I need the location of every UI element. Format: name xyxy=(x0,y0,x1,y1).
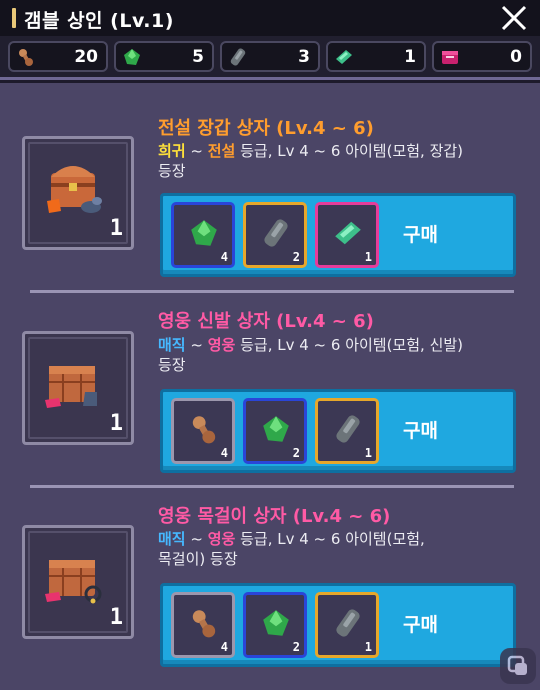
page-title: 갬블 상인 (Lv.1) xyxy=(24,10,174,32)
currency-gray-stone: 3 xyxy=(220,41,320,72)
currency-value: 3 xyxy=(298,47,310,67)
item-count: 1 xyxy=(109,411,123,436)
title-bar: 갬블 상인 (Lv.1) xyxy=(0,0,540,36)
gray-stone-icon xyxy=(260,217,292,249)
desc-rest: 등급, Lv 4 ~ 6 아이템(모험, xyxy=(235,530,425,548)
grade-sep: ~ xyxy=(185,142,208,160)
currency-green-gem: 5 xyxy=(114,41,214,72)
cost-amount: 2 xyxy=(292,640,300,654)
grade-from: 희귀 xyxy=(158,142,186,160)
cost-amount: 2 xyxy=(292,446,300,460)
chest-necklace-icon xyxy=(45,560,102,604)
cost-slot: 4 xyxy=(171,398,235,464)
buy-label: 구매 xyxy=(403,420,438,442)
close-icon xyxy=(501,5,527,31)
bone-token-icon xyxy=(188,607,220,639)
grade-from: 매직 xyxy=(158,336,186,354)
cost-slot: 4 xyxy=(171,202,235,268)
buy-button[interactable]: 4 2 1 구매 xyxy=(160,583,516,667)
teal-ticket-icon xyxy=(334,47,354,67)
chest-gloves-icon xyxy=(47,166,102,213)
currency-value: 5 xyxy=(192,47,204,67)
grade-to: 영웅 xyxy=(207,530,236,548)
currency-value: 0 xyxy=(510,47,522,67)
grade-to: 영웅 xyxy=(207,336,236,354)
item-count: 1 xyxy=(109,605,123,630)
currency-value: 20 xyxy=(74,47,98,67)
desc-line2: 목걸이) 등장 xyxy=(158,550,238,568)
box-description: 희귀 ~ 전설 등급, Lv 4 ~ 6 아이템(모험, 장갑) 등장 xyxy=(158,141,528,181)
desc-rest: 등급, Lv 4 ~ 6 아이템(모험, 신발) xyxy=(235,336,464,354)
gray-stone-icon xyxy=(228,47,248,67)
buy-button[interactable]: 4 2 1 구매 xyxy=(160,389,516,473)
grade-to: 전설 xyxy=(207,142,236,160)
close-button[interactable] xyxy=(498,2,530,34)
currency-value: 1 xyxy=(404,47,416,67)
desc-line2: 등장 xyxy=(158,356,186,374)
item-frame-boots-box[interactable]: 1 xyxy=(22,331,134,445)
shop-panel: 1 전설 장갑 상자 (Lv.4 ~ 6) 희귀 ~ 전설 등급, Lv 4 ~… xyxy=(0,83,540,690)
cost-amount: 4 xyxy=(220,446,228,460)
divider xyxy=(30,485,514,488)
box-title: 영웅 목걸이 상자 (Lv.4 ~ 6) xyxy=(158,506,391,527)
teal-ticket-icon xyxy=(332,217,364,249)
grade-sep: ~ xyxy=(185,530,208,548)
box-description: 매직 ~ 영웅 등급, Lv 4 ~ 6 아이템(모험, 목걸이) 등장 xyxy=(158,529,528,569)
grade-sep: ~ xyxy=(185,336,208,354)
green-gem-icon xyxy=(260,413,292,445)
gray-stone-icon xyxy=(332,607,364,639)
buy-button[interactable]: 4 2 1 구매 xyxy=(160,193,516,277)
cost-slot: 1 xyxy=(315,398,379,464)
cost-slot: 2 xyxy=(243,592,307,658)
currency-bar: 20 5 3 1 0 xyxy=(0,36,540,80)
bone-token-icon xyxy=(16,47,36,67)
item-frame-gloves-box[interactable]: 1 xyxy=(22,136,134,250)
box-title: 영웅 신발 상자 (Lv.4 ~ 6) xyxy=(158,311,374,332)
assist-icon xyxy=(507,655,527,675)
desc-line2: 등장 xyxy=(158,162,186,180)
green-gem-icon xyxy=(260,607,292,639)
item-frame-necklace-box[interactable]: 1 xyxy=(22,525,134,639)
cost-amount: 4 xyxy=(220,250,228,264)
cost-slot: 1 xyxy=(315,592,379,658)
cost-amount: 1 xyxy=(364,640,372,654)
desc-rest: 등급, Lv 4 ~ 6 아이템(모험, 장갑) xyxy=(235,142,464,160)
cost-slot: 2 xyxy=(243,398,307,464)
title-accent xyxy=(12,8,16,28)
cost-slot: 2 xyxy=(243,202,307,268)
cost-amount: 4 xyxy=(220,640,228,654)
divider xyxy=(30,290,514,293)
currency-bone-token: 20 xyxy=(8,41,108,72)
buy-label: 구매 xyxy=(403,614,438,636)
box-description: 매직 ~ 영웅 등급, Lv 4 ~ 6 아이템(모험, 신발) 등장 xyxy=(158,335,528,375)
cost-amount: 1 xyxy=(364,250,372,264)
gray-stone-icon xyxy=(332,413,364,445)
item-count: 1 xyxy=(109,216,123,241)
cost-amount: 1 xyxy=(364,446,372,460)
buy-label: 구매 xyxy=(403,224,438,246)
pink-box-icon xyxy=(440,47,460,67)
green-gem-icon xyxy=(188,217,220,249)
currency-teal-ticket: 1 xyxy=(326,41,426,72)
currency-pink-box: 0 xyxy=(432,41,532,72)
bone-token-icon xyxy=(188,413,220,445)
box-title: 전설 장갑 상자 (Lv.4 ~ 6) xyxy=(158,118,374,139)
cost-slot: 4 xyxy=(171,592,235,658)
floating-assist-button[interactable] xyxy=(500,648,536,684)
grade-from: 매직 xyxy=(158,530,186,548)
cost-amount: 2 xyxy=(292,250,300,264)
cost-slot: 1 xyxy=(315,202,379,268)
green-gem-icon xyxy=(122,47,142,67)
chest-boots-icon xyxy=(45,366,97,408)
